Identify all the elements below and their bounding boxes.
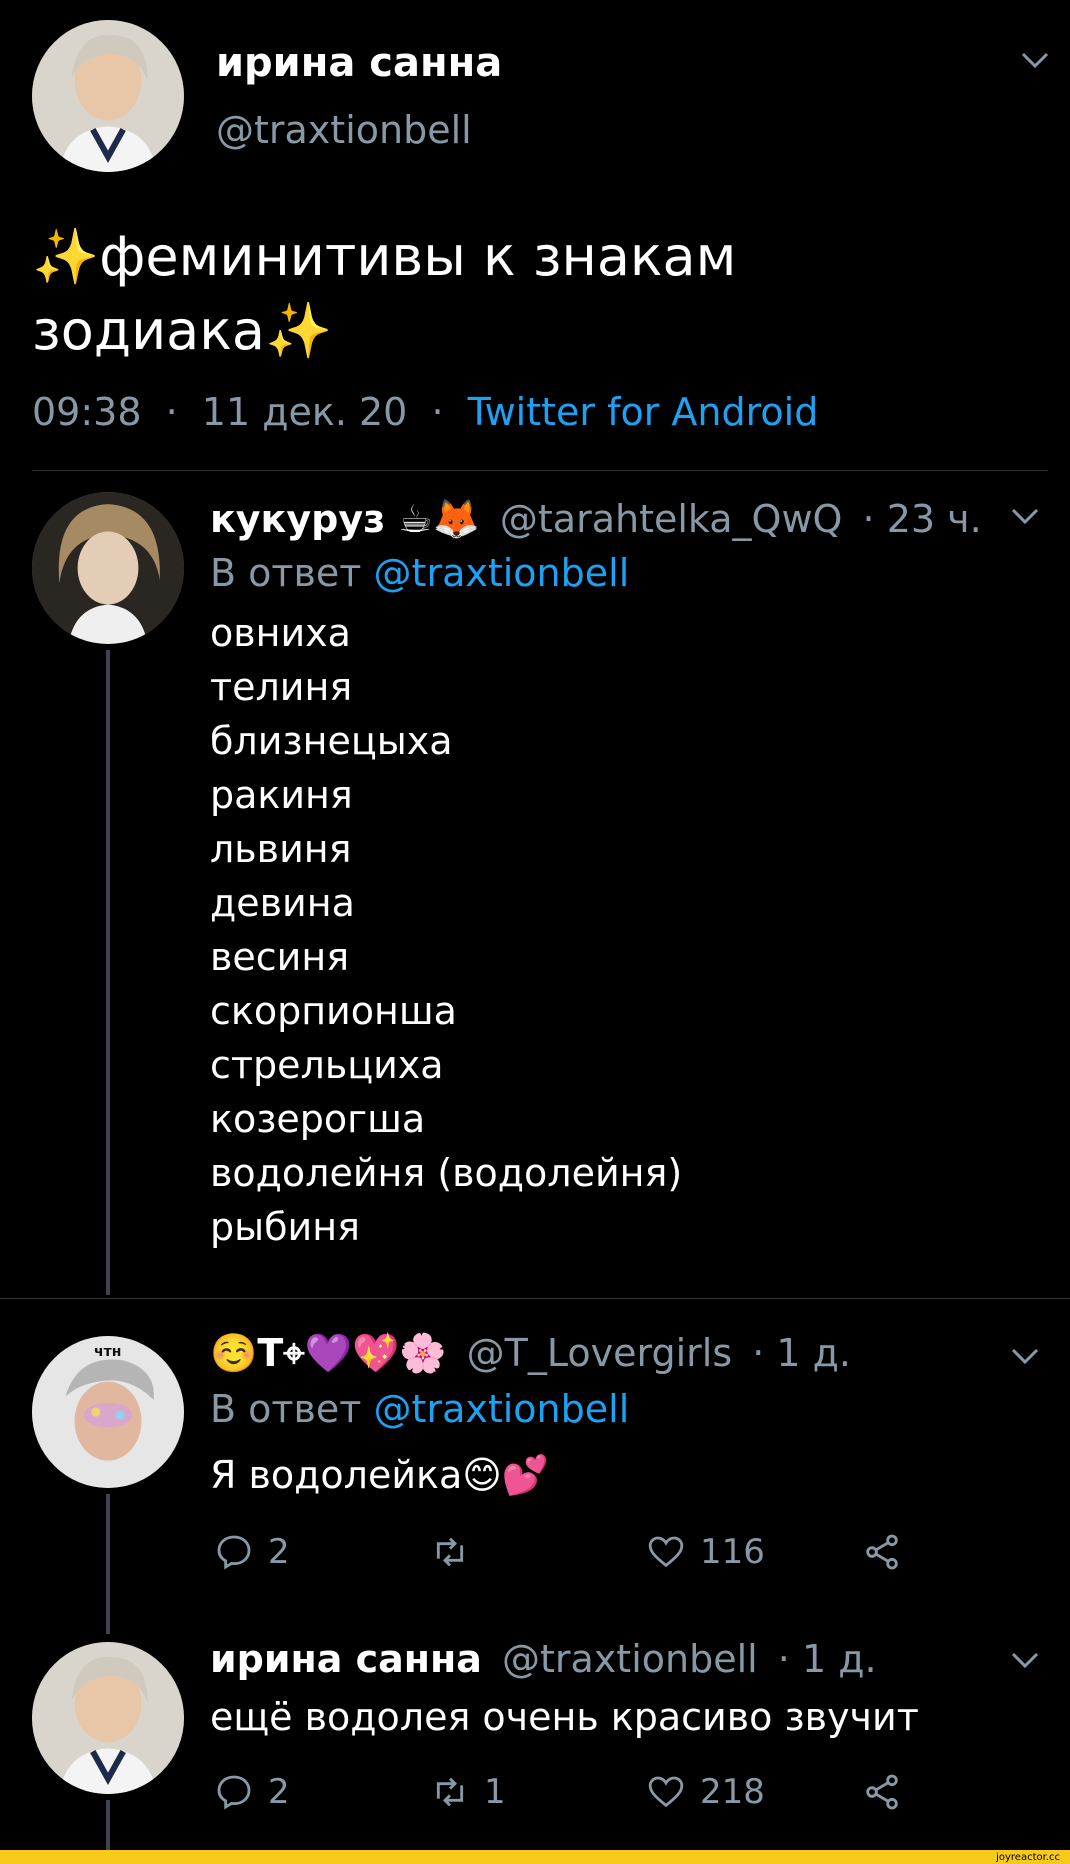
list-item: овниха: [210, 611, 351, 655]
thread-line: [106, 650, 110, 1295]
list-item: близнецыха: [210, 719, 453, 763]
handle[interactable]: @traxtionbell: [216, 108, 472, 152]
share-button[interactable]: [862, 1772, 902, 1812]
tweet-age: · 1 д.: [752, 1331, 851, 1375]
reply-button[interactable]: 2: [214, 1772, 290, 1812]
tweet-age: · 1 д.: [777, 1637, 877, 1681]
display-name[interactable]: ☺️T⌖💜💖🌸: [210, 1331, 447, 1375]
tweet-body: ещё водолея очень красиво звучит: [210, 1695, 919, 1739]
separator: ·: [165, 390, 178, 434]
chevron-down-icon[interactable]: [1010, 506, 1040, 526]
watermark: joyreactor.cc: [996, 1852, 1060, 1863]
share-icon: [866, 1534, 898, 1570]
avatar[interactable]: [32, 1642, 184, 1794]
reply-prefix: В ответ: [210, 551, 362, 595]
list-item: львиня: [210, 827, 352, 871]
heart-icon: [648, 1776, 684, 1808]
display-name[interactable]: ирина санна: [216, 40, 502, 86]
list-item: рыбиня: [210, 1205, 360, 1249]
reply-icon: [217, 1775, 251, 1810]
like-count: 116: [700, 1532, 765, 1572]
avatar[interactable]: [32, 20, 184, 172]
list-item: телиня: [210, 665, 353, 709]
list-item: девина: [210, 881, 355, 925]
tweet-age: · 23 ч.: [862, 497, 982, 541]
like-button[interactable]: 218: [646, 1772, 765, 1812]
avatar[interactable]: [32, 492, 184, 644]
tweet-header: кукуруз ☕🦊 @tarahtelka_QwQ · 23 ч.: [210, 496, 982, 542]
retweet-button[interactable]: [430, 1532, 484, 1572]
reply-icon: [217, 1535, 251, 1570]
retweet-icon: [436, 1537, 464, 1567]
replying-to: В ответ @traxtionbell: [210, 1386, 629, 1432]
chevron-down-icon[interactable]: [1010, 1650, 1040, 1670]
reply-handle-link[interactable]: @traxtionbell: [374, 1387, 630, 1431]
reply-handle-link[interactable]: @traxtionbell: [374, 551, 630, 595]
reply-count: 2: [268, 1532, 290, 1572]
watermark-bar: [0, 1850, 1070, 1864]
tweet-text: ✨феминитивы к знакам зодиака✨: [32, 220, 736, 368]
list-item: козерогша: [210, 1097, 426, 1141]
retweet-icon: [436, 1777, 464, 1807]
handle[interactable]: @tarahtelka_QwQ: [500, 497, 843, 541]
chevron-down-icon[interactable]: [1020, 50, 1050, 70]
tweet-text-line: ✨феминитивы к знакам: [32, 225, 737, 288]
tweet-meta: 09:38 · 11 дек. 20 · Twitter for Android: [32, 390, 818, 434]
list-item: весиня: [210, 935, 350, 979]
list-item: скорпионша: [210, 989, 457, 1033]
separator: ·: [431, 390, 444, 434]
tweet-header: ирина санна @traxtionbell · 1 д.: [210, 1636, 877, 1682]
tweet-header: ☺️T⌖💜💖🌸 @T_Lovergirls · 1 д.: [210, 1330, 851, 1376]
thread-line: [106, 1494, 110, 1634]
chevron-down-icon[interactable]: [1010, 1346, 1040, 1366]
list-item: стрельциха: [210, 1043, 444, 1087]
replying-to: В ответ @traxtionbell: [210, 550, 629, 596]
list-item: ракиня: [210, 773, 353, 817]
divider: [0, 1298, 1070, 1299]
handle[interactable]: @traxtionbell: [502, 1637, 758, 1681]
avatar[interactable]: чтн: [32, 1336, 184, 1488]
list-item: водолейня (водолейня): [210, 1151, 683, 1195]
display-name[interactable]: кукуруз ☕🦊: [210, 497, 480, 541]
reply-prefix: В ответ: [210, 1387, 362, 1431]
retweet-count: 1: [484, 1772, 506, 1812]
reply-count: 2: [268, 1772, 290, 1812]
tweet-body: Я водолейка😊💕: [210, 1453, 550, 1497]
share-icon: [866, 1774, 898, 1810]
tweet-date: 11 дек. 20: [201, 390, 408, 434]
tweet-time: 09:38: [32, 390, 142, 434]
tweet-client-link[interactable]: Twitter for Android: [468, 390, 819, 434]
heart-icon: [648, 1536, 684, 1568]
retweet-button[interactable]: 1: [430, 1772, 506, 1812]
reply-button[interactable]: 2: [214, 1532, 290, 1572]
divider: [32, 470, 1048, 471]
display-name[interactable]: ирина санна: [210, 1637, 482, 1681]
handle[interactable]: @T_Lovergirls: [467, 1331, 732, 1375]
tweet-body: овниха телиня близнецыха ракиня львиня д…: [210, 606, 682, 1254]
like-count: 218: [700, 1772, 765, 1812]
share-button[interactable]: [862, 1532, 902, 1572]
tweet-text-line: зодиака✨: [32, 299, 333, 362]
like-button[interactable]: 116: [646, 1532, 765, 1572]
avatar-label: чтн: [94, 1344, 122, 1360]
thread-line: [106, 1800, 110, 1850]
